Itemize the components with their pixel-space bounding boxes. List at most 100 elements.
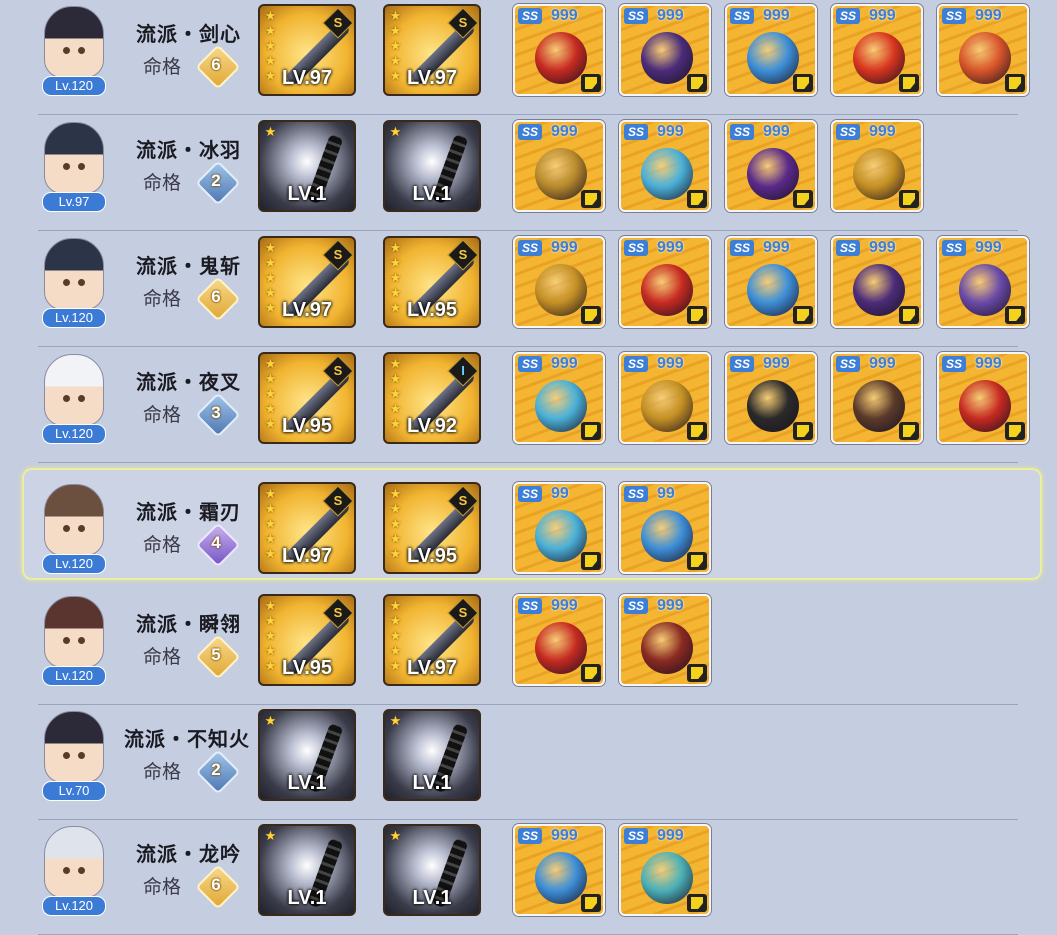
artifact-stars: 999 [551,597,578,614]
weapon-slot[interactable]: ★ LV.1 [383,120,481,212]
artifact-grade: SS [624,356,649,372]
artifact-slot[interactable]: SS 999 [513,236,605,328]
artifact-item-icon [535,264,587,316]
character-row[interactable]: Lv.120 流派・剑心 命格 6 ★★★★★ S LV.97 ★★★★★ S LV… [38,0,1029,115]
character-avatar[interactable]: Lv.120 [40,826,106,916]
artifact-stars: 99 [551,485,569,502]
character-row[interactable]: Lv.120 流派・霜刃 命格 4 ★★★★★ S LV.97 ★★★★★ S LV… [22,468,1042,580]
character-avatar[interactable]: Lv.120 [40,6,106,96]
artifact-slot[interactable]: SS 999 [513,352,605,444]
character-avatar[interactable]: Lv.120 [40,596,106,686]
weapon-slot[interactable]: ★★★★★ S LV.95 [258,352,356,444]
artifact-slot[interactable]: SS 999 [725,4,817,96]
weapon-slot[interactable]: ★★★★★ S LV.95 [258,594,356,686]
artifact-slot[interactable]: SS 999 [725,352,817,444]
weapon-stars: ★ [388,714,403,729]
artifact-slot[interactable]: SS 999 [619,824,711,916]
artifact-slot[interactable]: SS 999 [937,352,1029,444]
artifact-slot[interactable]: SS 999 [619,594,711,686]
character-row[interactable]: Lv.97 流派・冰羽 命格 2 ★ LV.1 ★ LV.1 SS 999 SS… [38,116,1018,231]
weapon-slot[interactable]: ★ LV.1 [383,824,481,916]
character-avatar[interactable]: Lv.120 [40,238,106,328]
portrait-icon [44,122,104,194]
artifact-stars: 999 [763,239,790,256]
artifact-grade: SS [836,124,861,140]
artifact-grade: SS [518,598,543,614]
weapon-slot[interactable]: ★ LV.1 [258,709,356,801]
artifact-item-icon [535,510,587,562]
artifact-slot[interactable]: SS 999 [619,352,711,444]
artifact-item-icon [853,264,905,316]
artifact-slot[interactable]: SS 999 [513,594,605,686]
artifact-slot[interactable]: SS 999 [831,236,923,328]
artifact-stars: 999 [763,123,790,140]
artifact-stars: 999 [657,597,684,614]
artifact-slot[interactable]: SS 999 [937,4,1029,96]
character-row[interactable]: Lv.120 流派・瞬翎 命格 5 ★★★★★ S LV.95 ★★★★★ S LV… [38,590,1018,705]
artifact-slot[interactable]: SS 999 [619,120,711,212]
artifact-item-icon [747,32,799,84]
artifact-grade: SS [730,8,755,24]
equipped-mark-icon [687,306,707,324]
artifact-grade: SS [836,8,861,24]
equipped-mark-icon [581,894,601,912]
artifact-grade: SS [624,598,649,614]
artifact-item-icon [959,380,1011,432]
character-row[interactable]: Lv.120 流派・夜叉 命格 3 ★★★★★ S LV.95 ★★★★★ I LV… [38,348,1029,463]
artifact-slot[interactable]: SS 999 [619,236,711,328]
artifact-slot[interactable]: SS 999 [513,4,605,96]
artifact-grade: SS [624,486,649,502]
weapon-slot[interactable]: ★★★★★ S LV.97 [258,482,356,574]
artifact-item-icon [641,510,693,562]
fate-value: 6 [211,55,221,74]
character-avatar[interactable]: Lv.120 [40,484,106,574]
weapon-slot[interactable]: ★ LV.1 [258,120,356,212]
weapon-slot[interactable]: ★★★★★ S LV.95 [383,482,481,574]
artifact-slot[interactable]: SS 999 [831,4,923,96]
equipped-mark-icon [1005,74,1025,92]
character-avatar[interactable]: Lv.120 [40,354,106,444]
weapon-level: LV.95 [406,545,458,567]
character-row[interactable]: Lv.120 流派・龙吟 命格 6 ★ LV.1 ★ LV.1 SS 999 S… [38,820,1018,935]
equipped-mark-icon [793,190,813,208]
artifact-slot[interactable]: SS 999 [725,120,817,212]
artifact-slot[interactable]: SS 999 [513,824,605,916]
character-avatar[interactable]: Lv.97 [40,122,106,212]
artifact-slot[interactable]: SS 999 [725,236,817,328]
weapon-level: LV.1 [412,183,452,205]
weapon-level: LV.95 [281,657,333,679]
artifact-slot[interactable]: SS 999 [513,120,605,212]
artifact-grade: SS [624,124,649,140]
weapon-slot[interactable]: ★ LV.1 [383,709,481,801]
weapon-level: LV.97 [281,67,333,89]
level-badge: Lv.120 [42,896,106,916]
artifact-item-icon [641,264,693,316]
weapon-slot[interactable]: ★★★★★ S LV.97 [258,4,356,96]
artifact-item-icon [641,852,693,904]
artifact-slot[interactable]: SS 99 [619,482,711,574]
weapon-slot[interactable]: ★ LV.1 [258,824,356,916]
artifact-slot[interactable]: SS 999 [619,4,711,96]
character-row[interactable]: Lv.70 流派・不知火 命格 2 ★ LV.1 ★ LV.1 [38,705,1018,820]
fate-label: 命格 [143,404,182,426]
weapon-slot[interactable]: ★★★★★ S LV.97 [258,236,356,328]
artifact-stars: 99 [657,485,675,502]
artifact-stars: 999 [657,355,684,372]
level-badge: Lv.120 [42,76,106,96]
weapon-slot[interactable]: ★★★★★ I LV.92 [383,352,481,444]
equipped-mark-icon [687,422,707,440]
artifact-stars: 999 [869,123,896,140]
fate-label: 命格 [143,534,182,556]
fate-value: 5 [211,645,221,664]
weapon-slot[interactable]: ★★★★★ S LV.97 [383,4,481,96]
character-row[interactable]: Lv.120 流派・鬼斩 命格 6 ★★★★★ S LV.97 ★★★★★ S LV… [38,232,1029,347]
artifact-slot[interactable]: SS 999 [937,236,1029,328]
weapon-slot[interactable]: ★★★★★ S LV.97 [383,594,481,686]
weapon-slot[interactable]: ★★★★★ S LV.95 [383,236,481,328]
artifact-slot[interactable]: SS 999 [831,352,923,444]
artifact-stars: 999 [657,7,684,24]
artifact-slot[interactable]: SS 99 [513,482,605,574]
artifact-slot[interactable]: SS 999 [831,120,923,212]
character-avatar[interactable]: Lv.70 [40,711,106,801]
weapon-stars: ★ [263,125,278,140]
